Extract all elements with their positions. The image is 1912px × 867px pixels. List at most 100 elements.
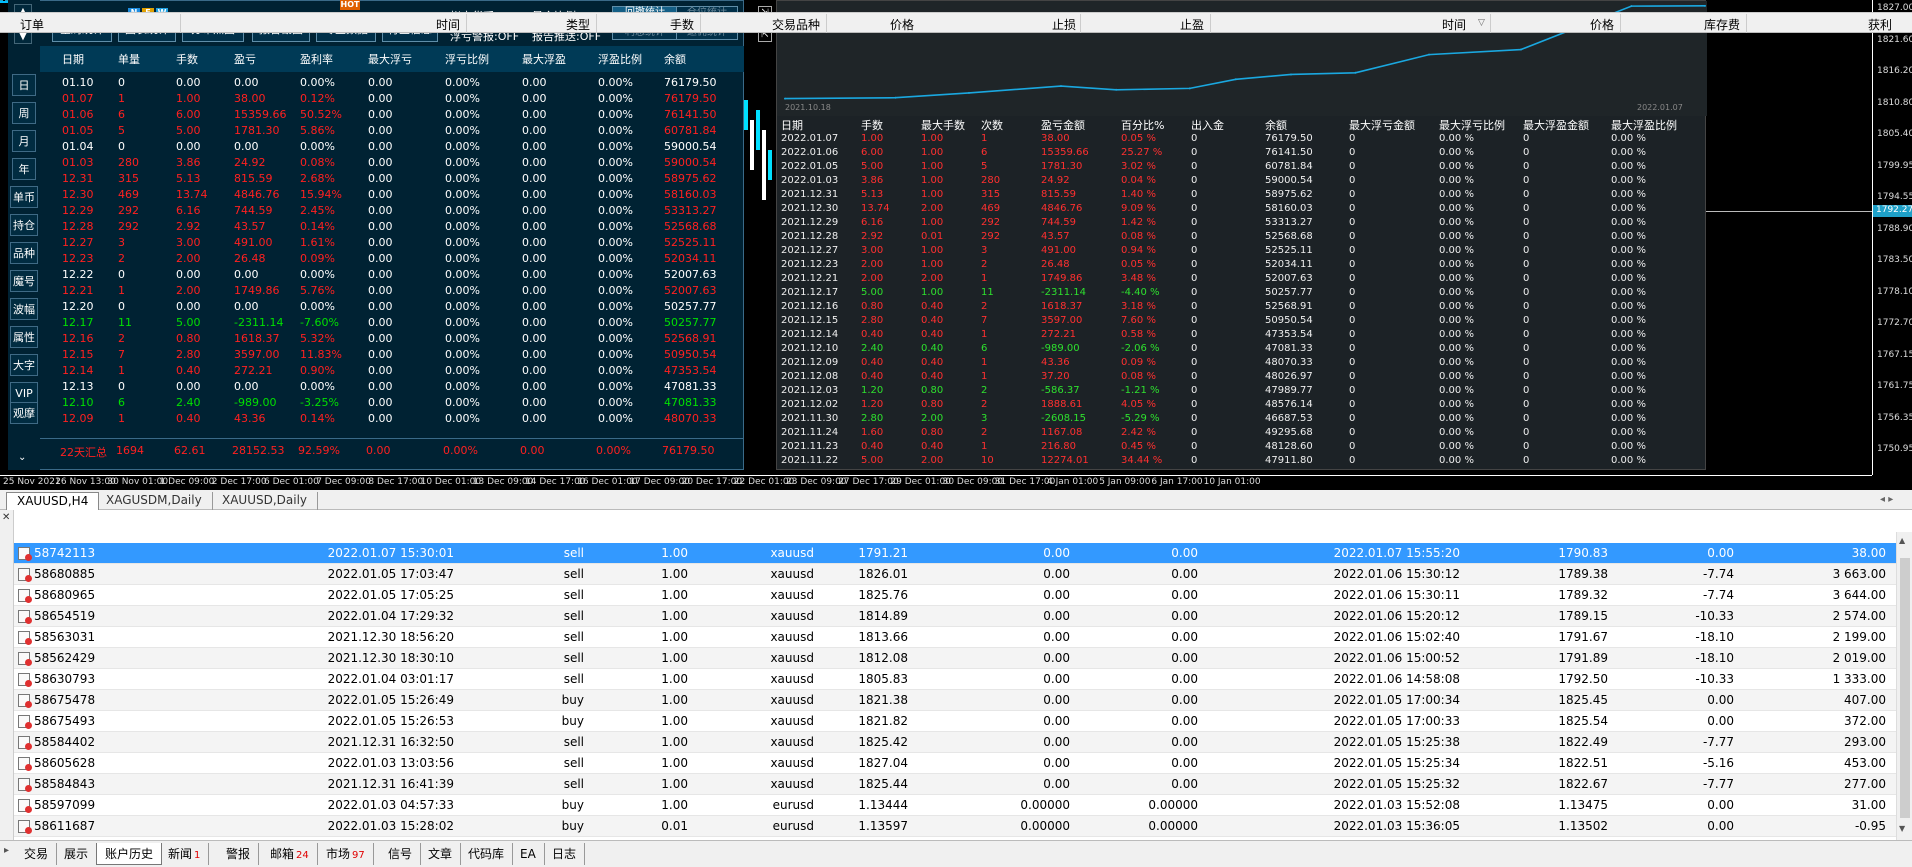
terminal-tab-7[interactable]: 信号 (380, 843, 422, 865)
stats-row[interactable]: 12.22 0 0.00 0.00 0.00% 0.00 0.00% 0.00 0.00% 520… (40, 268, 744, 284)
history-col-header[interactable]: 价格 (890, 16, 914, 33)
history-row[interactable]: 58584843 2021.12.31 16:41:39 sell 1.00 xauus… (14, 774, 1896, 795)
price-axis[interactable]: 1792.27 1827.00 1821.60 1816.20 1810.80 1805… (1872, 0, 1912, 475)
equity-row[interactable]: 2022.01.05 5.00 1.00 5 1781.30 3.02 % 0 60781.8… (777, 161, 1707, 175)
stats-row[interactable]: 01.04 0 0.00 0.00 0.00% 0.00 0.00% 0.00 0.00% 590… (40, 140, 744, 156)
equity-row[interactable]: 2021.12.30 13.74 2.00 469 4846.76 9.09 % 0 5816… (777, 203, 1707, 217)
history-row[interactable]: 58605628 2022.01.03 13:03:56 sell 1.00 xauus… (14, 753, 1896, 774)
history-row[interactable]: 58654519 2022.01.04 17:29:32 sell 1.00 xauus… (14, 606, 1896, 627)
side-button-11[interactable]: VIP (10, 382, 38, 404)
close-icon[interactable]: ✕ (2, 512, 10, 523)
history-col-header[interactable]: 时间 (1442, 16, 1466, 33)
stats-row[interactable]: 12.21 1 2.00 1749.86 5.76% 0.00 0.00% 0.00 0.00%… (40, 284, 744, 300)
side-button-3[interactable]: 年 (12, 158, 36, 180)
terminal-tab-5[interactable]: 邮箱 24 (262, 843, 318, 865)
time-axis[interactable]: 25 Nov 2021 26 Nov 13:00 30 Nov 01:00 1 Dec… (0, 475, 1872, 490)
history-col-header[interactable]: 价格 (1590, 16, 1614, 33)
terminal-tab-1[interactable]: 展示 (56, 843, 98, 865)
equity-row[interactable]: 2022.01.07 1.00 1.00 1 38.00 0.05 % 0 76179.50 0… (777, 133, 1707, 147)
stats-row[interactable]: 12.17 11 5.00 -2311.14 -7.60% 0.00 0.00% 0.00 0.… (40, 316, 744, 332)
column-divider[interactable] (466, 14, 467, 33)
history-row[interactable]: 58611687 2022.01.03 15:28:02 buy 0.01 eurusd… (14, 816, 1896, 837)
sort-desc-icon[interactable]: ▽ (1478, 18, 1485, 28)
terminal-tab-6[interactable]: 市场 97 (318, 843, 374, 865)
column-divider[interactable] (1746, 14, 1747, 33)
stats-row[interactable]: 12.09 1 0.40 43.36 0.14% 0.00 0.00% 0.00 0.00% 48… (40, 412, 744, 428)
column-divider[interactable] (1620, 14, 1621, 33)
side-button-5[interactable]: 持仓 (10, 214, 38, 236)
side-button-4[interactable]: 单币 (10, 186, 38, 208)
chart-tab-0[interactable]: XAUUSD,H4 (6, 492, 100, 510)
equity-row[interactable]: 2021.12.28 2.92 0.01 292 43.57 0.08 % 0 52568.6… (777, 231, 1707, 245)
stats-row[interactable]: 12.15 7 2.80 3597.00 11.83% 0.00 0.00% 0.00 0.00… (40, 348, 744, 364)
chart-tab-2[interactable]: XAUUSD,Daily (212, 492, 319, 510)
history-col-header[interactable]: 类型 (566, 16, 590, 33)
equity-row[interactable]: 2021.12.31 5.13 1.00 315 815.59 1.40 % 0 58975.… (777, 189, 1707, 203)
stats-row[interactable]: 12.16 2 0.80 1618.37 5.32% 0.00 0.00% 0.00 0.00%… (40, 332, 744, 348)
column-divider[interactable] (180, 14, 181, 33)
history-col-header[interactable]: 时间 (436, 16, 460, 33)
stats-row[interactable]: 01.05 5 5.00 1781.30 5.86% 0.00 0.00% 0.00 0.00%… (40, 124, 744, 140)
terminal-tab-0[interactable]: 交易 (16, 843, 58, 865)
side-button-7[interactable]: 魔号 (10, 270, 38, 292)
equity-row[interactable]: 2022.01.06 6.00 1.00 6 15359.66 25.27 % 0 76141… (777, 147, 1707, 161)
history-row[interactable]: 58597099 2022.01.03 04:57:33 buy 1.00 eurusd… (14, 795, 1896, 816)
side-button-6[interactable]: 品种 (10, 242, 38, 264)
terminal-tab-9[interactable]: 代码库 (460, 843, 514, 865)
history-row[interactable]: 58680885 2022.01.05 17:03:47 sell 1.00 xauus… (14, 564, 1896, 585)
side-button-9[interactable]: 属性 (10, 326, 38, 348)
stats-row[interactable]: 12.10 6 2.40 -989.00 -3.25% 0.00 0.00% 0.00 0.00… (40, 396, 744, 412)
stats-row[interactable]: 12.27 3 3.00 491.00 1.61% 0.00 0.00% 0.00 0.00% 5… (40, 236, 744, 252)
chart-tab-1[interactable]: XAGUSDM,Daily (96, 492, 213, 510)
stats-row[interactable]: 01.10 0 0.00 0.00 0.00% 0.00 0.00% 0.00 0.00% 761… (40, 76, 744, 92)
history-col-header[interactable]: 订单 (20, 16, 44, 33)
history-row[interactable]: 58563031 2021.12.30 18:56:20 sell 1.00 xauus… (14, 627, 1896, 648)
side-button-2[interactable]: 月 (12, 130, 36, 152)
equity-row[interactable]: 2021.11.24 1.60 0.80 2 1167.08 2.42 % 0 49295.6… (777, 427, 1707, 441)
side-button-1[interactable]: 周 (12, 102, 36, 124)
history-row[interactable]: 58680965 2022.01.05 17:05:25 sell 1.00 xauus… (14, 585, 1896, 606)
stats-row[interactable]: 12.28 292 2.92 43.57 0.14% 0.00 0.00% 0.00 0.00%… (40, 220, 744, 236)
terminal-tab-8[interactable]: 文章 (420, 843, 462, 865)
tab-scroll-icon[interactable]: ◂ ▸ (1880, 494, 1893, 505)
column-divider[interactable] (1080, 14, 1081, 33)
vertical-scrollbar[interactable]: ▲ ▼ (1896, 532, 1912, 840)
column-divider[interactable] (826, 14, 827, 33)
terminal-tab-11[interactable]: 日志 (544, 843, 586, 865)
history-col-header[interactable]: 止盈 (1180, 16, 1204, 33)
history-col-header[interactable]: 止损 (1052, 16, 1076, 33)
column-divider[interactable] (700, 14, 701, 33)
column-divider[interactable] (1210, 14, 1211, 33)
equity-row[interactable]: 2021.12.10 2.40 0.40 6 -989.00 -2.06 % 0 47081.… (777, 343, 1707, 357)
stats-row[interactable]: 01.06 6 6.00 15359.66 50.52% 0.00 0.00% 0.00 0.0… (40, 108, 744, 124)
stats-row[interactable]: 12.23 2 2.00 26.48 0.09% 0.00 0.00% 0.00 0.00% 52… (40, 252, 744, 268)
equity-row[interactable]: 2021.11.23 0.40 0.40 1 216.80 0.45 % 0 48128.60… (777, 441, 1707, 455)
equity-row[interactable]: 2021.12.21 2.00 2.00 1 1749.86 3.48 % 0 52007.6… (777, 273, 1707, 287)
history-row[interactable]: 58562429 2021.12.30 18:30:10 sell 1.00 xauus… (14, 648, 1896, 669)
equity-row[interactable]: 2021.12.23 2.00 1.00 2 26.48 0.05 % 0 52034.11 0… (777, 259, 1707, 273)
equity-row[interactable]: 2021.12.29 6.16 1.00 292 744.59 1.42 % 0 53313.… (777, 217, 1707, 231)
terminal-tab-3[interactable]: 新闻 1 (160, 843, 210, 865)
terminal-tab-4[interactable]: 警报 (218, 843, 260, 865)
stats-row[interactable]: 12.14 1 0.40 272.21 0.90% 0.00 0.00% 0.00 0.00% 4… (40, 364, 744, 380)
equity-row[interactable]: 2021.12.03 1.20 0.80 2 -586.37 -1.21 % 0 47989.… (777, 385, 1707, 399)
stats-row[interactable]: 12.31 315 5.13 815.59 2.68% 0.00 0.00% 0.00 0.00… (40, 172, 744, 188)
stats-row[interactable]: 12.13 0 0.00 0.00 0.00% 0.00 0.00% 0.00 0.00% 470… (40, 380, 744, 396)
column-divider[interactable] (1490, 14, 1491, 33)
history-col-header[interactable]: 获利 (1868, 16, 1892, 33)
equity-row[interactable]: 2021.12.27 3.00 1.00 3 491.00 0.94 % 0 52525.11… (777, 245, 1707, 259)
history-col-header[interactable]: 手数 (670, 16, 694, 33)
equity-row[interactable]: 2021.11.22 5.00 2.00 10 12274.01 34.44 % 0 4791… (777, 455, 1707, 469)
equity-row[interactable]: 2021.12.17 5.00 1.00 11 -2311.14 -4.40 % 0 5025… (777, 287, 1707, 301)
terminal-tab-10[interactable]: EA (512, 843, 545, 865)
side-button-8[interactable]: 波幅 (10, 298, 38, 320)
tab-scroll-icon[interactable]: ▸ (4, 845, 9, 856)
side-button-0[interactable]: 日 (12, 74, 36, 96)
terminal-tab-2[interactable]: 账户历史 (96, 843, 163, 865)
stats-row[interactable]: 01.07 1 1.00 38.00 0.12% 0.00 0.00% 0.00 0.00% 76… (40, 92, 744, 108)
equity-row[interactable]: 2021.12.16 0.80 0.40 2 1618.37 3.18 % 0 52568.9… (777, 301, 1707, 315)
side-button-10[interactable]: 大字 (10, 354, 38, 376)
stats-row[interactable]: 12.30 469 13.74 4846.76 15.94% 0.00 0.00% 0.00 0… (40, 188, 744, 204)
stats-row[interactable]: 12.20 0 0.00 0.00 0.00% 0.00 0.00% 0.00 0.00% 502… (40, 300, 744, 316)
equity-row[interactable]: 2021.12.08 0.40 0.40 1 37.20 0.08 % 0 48026.97 0… (777, 371, 1707, 385)
